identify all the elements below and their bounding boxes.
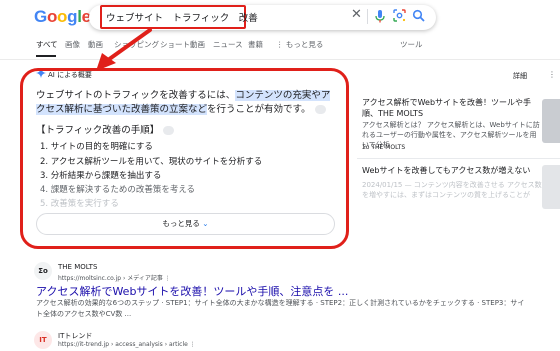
- source-card-title[interactable]: アクセス解析でWebサイトを改善！ツールや手順、THE MOLTS: [362, 97, 537, 119]
- step-item: 3. 分析結果から課題を抽出する: [40, 171, 162, 181]
- result-url[interactable]: https://it-trend.jp › access_analysis › …: [58, 341, 196, 348]
- more-dots-icon: ⋮: [276, 40, 286, 49]
- tab-videos[interactable]: 動画: [88, 39, 103, 50]
- result-site-name[interactable]: THE MOLTS: [58, 263, 97, 271]
- google-logo[interactable]: Google: [34, 7, 91, 27]
- show-more-label: もっと見る: [162, 219, 200, 228]
- search-icon[interactable]: [412, 9, 425, 22]
- link-chip-icon[interactable]: [314, 105, 326, 114]
- step-item: 2. アクセス解析ツールを用いて、現状のサイトを分析する: [40, 157, 263, 167]
- tab-books[interactable]: 書籍: [248, 39, 263, 50]
- tools-button[interactable]: ツール: [400, 39, 423, 50]
- site-favicon-icon[interactable]: IT: [34, 331, 52, 349]
- tab-images[interactable]: 画像: [65, 39, 80, 50]
- tab-news[interactable]: ニュース: [213, 39, 243, 50]
- link-chip-icon[interactable]: [163, 126, 175, 135]
- result-site-name[interactable]: ITトレンド: [58, 331, 92, 341]
- steps-heading-text: 【トラフィック改善の手順】: [36, 125, 160, 136]
- source-card-title[interactable]: Webサイトを改善してもアクセス数が増えない: [362, 165, 537, 176]
- search-box-divider: [367, 9, 368, 24]
- source-card-site-name: THE MOLTS: [371, 144, 406, 151]
- result-title-link[interactable]: アクセス解析でWebサイトを改善！ツールや手順、注意点を ...: [36, 283, 348, 299]
- source-card-thumbnail[interactable]: [542, 99, 560, 143]
- show-more-button[interactable]: もっと見る ⌄: [36, 213, 335, 235]
- tab-short-videos[interactable]: ショート動画: [160, 39, 205, 50]
- source-card-thumbnail[interactable]: [542, 165, 560, 209]
- step-item: 5. 改善策を実行する: [40, 199, 119, 209]
- logo-letter: o: [57, 7, 68, 26]
- logo-letter: G: [34, 7, 47, 26]
- logo-letter: o: [46, 7, 58, 26]
- site-logo-icon: Ʃo: [362, 144, 372, 151]
- details-link[interactable]: 詳細: [513, 71, 527, 81]
- chevron-down-icon: ⌄: [202, 219, 209, 228]
- ai-summary-text: ウェブサイトのトラフィックを改善するには、コンテンツの充実やアクセス解析に基づい…: [36, 89, 338, 117]
- lens-icon[interactable]: [393, 9, 406, 22]
- logo-letter: g: [67, 7, 78, 26]
- tab-more-label: もっと見る: [285, 40, 324, 49]
- source-card-snippet: 2024/01/15 — コンテンツ内容を改善させる アクセス数を増やすには、ま…: [362, 181, 542, 199]
- mic-icon[interactable]: [374, 9, 386, 23]
- tab-shopping[interactable]: ショッピング: [114, 39, 159, 50]
- search-input[interactable]: ウェブサイト トラフィック 改善: [106, 10, 258, 24]
- more-options-icon[interactable]: ⋮: [548, 70, 556, 79]
- source-card-site: Ʃo THE MOLTS: [362, 144, 405, 151]
- site-favicon-icon[interactable]: Ʃo: [34, 262, 52, 280]
- result-url[interactable]: https://moltsinc.co.jp › メディア記事 ⋮: [58, 273, 171, 282]
- header-divider: [0, 59, 560, 60]
- card-divider: [357, 158, 560, 159]
- steps-heading: 【トラフィック改善の手順】: [36, 122, 175, 136]
- summary-plain: ウェブサイトのトラフィックを改善するには、: [36, 90, 236, 101]
- step-item: 1. サイトの目的を明確にする: [40, 142, 153, 152]
- tab-all[interactable]: すべて: [36, 39, 58, 50]
- clear-icon[interactable]: ✕: [351, 8, 362, 21]
- active-tab-indicator: [36, 55, 56, 57]
- result-snippet: アクセス解析の効果的な6つのステップ · STEP1：サイト全体の大まかな構造を…: [36, 299, 525, 318]
- step-item: 4. 課題を解決するための改善策を考える: [40, 185, 196, 195]
- summary-end: を行うことが有効です。: [207, 104, 311, 115]
- tab-more[interactable]: ⋮ もっと見る: [276, 39, 323, 50]
